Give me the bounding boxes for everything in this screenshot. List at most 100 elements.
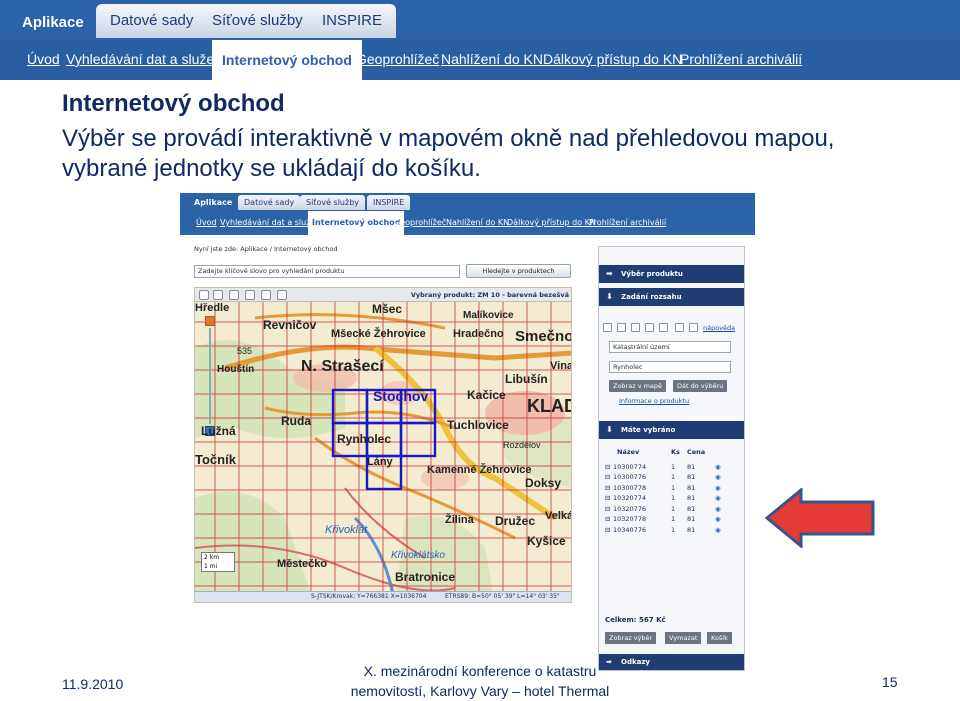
- pan-tool-icon[interactable]: [199, 290, 209, 300]
- shot-nav-dalkovy-pristup[interactable]: Dálkový přístup do KN: [507, 218, 596, 227]
- map-label: Tuchlovice: [447, 418, 509, 432]
- product-search-button[interactable]: Hledejte v produktech: [466, 264, 571, 278]
- nav-dalkovy-pristup[interactable]: Dálkový přístup do KN: [543, 51, 682, 67]
- info-icon[interactable]: ◉: [715, 483, 721, 494]
- sub-navigation: Úvod Vyhledávání dat a služeb Internetov…: [0, 40, 960, 80]
- map-label: Malíkovice: [463, 310, 514, 321]
- shot-nav-uvod[interactable]: Úvod: [196, 218, 217, 227]
- shot-nav-geoprohlizec[interactable]: Geoprohlížeč: [394, 218, 446, 227]
- map-label: Ruda: [281, 414, 311, 428]
- table-row: ⊟ 10320774 1 81 ◉: [605, 493, 721, 504]
- tab-datove-sady[interactable]: Datové sady: [96, 4, 208, 38]
- tab-sitove-sluzby[interactable]: Síťové služby: [198, 4, 317, 38]
- shot-nav-nahlizeni-kn[interactable]: Nahlížení do KN: [446, 218, 509, 227]
- zoom-box-icon[interactable]: [261, 290, 271, 300]
- footer-conference: X. mezinárodní konference o katastru nem…: [330, 661, 630, 701]
- product-info-link[interactable]: Informace o produktu: [619, 397, 689, 405]
- shot-header: Aplikace Datové sady Síťové služby INSPI…: [180, 193, 755, 235]
- info-icon[interactable]: ◉: [715, 462, 721, 473]
- nav-vyhledavani[interactable]: Vyhledávání dat a služeb: [66, 51, 222, 67]
- panel-header-product[interactable]: ➡ Výběr produktu: [599, 265, 744, 283]
- map-label: Křivoklát: [325, 524, 368, 536]
- map-label: Lány: [367, 456, 393, 468]
- shot-tab-aplikace[interactable]: Aplikace: [188, 195, 238, 210]
- map-label: Mšec: [372, 302, 403, 316]
- nav-uvod[interactable]: Úvod: [27, 51, 60, 67]
- expand-icon[interactable]: ⊟: [605, 472, 610, 483]
- back-tool-icon[interactable]: [213, 290, 223, 300]
- coords-sjtsk: S-JTSK/Krovak: Y=766381 X=1036704: [311, 593, 427, 600]
- tab-aplikace[interactable]: Aplikace: [8, 6, 88, 38]
- shot-nav-prohlizeni[interactable]: Prohlížení archiválií: [589, 218, 666, 227]
- map-label: Houštín: [217, 364, 255, 375]
- shot-tab-inspire[interactable]: INSPIRE: [367, 195, 411, 210]
- help-link[interactable]: nápověda: [703, 324, 735, 332]
- breadcrumb: Nyní jste zde: Aplikace / Internetový ob…: [194, 245, 338, 253]
- page-number: 15: [882, 674, 898, 690]
- info-icon[interactable]: ◉: [715, 493, 721, 504]
- nav-nahlizeni-kn[interactable]: Nahlížení do KN: [441, 51, 543, 67]
- map-label: Městečko: [277, 558, 328, 570]
- map-label: Bratronice: [395, 570, 456, 584]
- expand-icon[interactable]: ⊟: [605, 462, 610, 473]
- view-selection-button[interactable]: Zobraz výběr: [605, 632, 657, 644]
- scale-bar: 2 km 1 mi: [201, 552, 235, 572]
- polygon-icon[interactable]: [645, 323, 654, 332]
- shot-tab-sitove-sluzby[interactable]: Síťové služby: [300, 195, 366, 210]
- buffer-icon[interactable]: [659, 323, 668, 332]
- info-icon[interactable]: ◉: [715, 504, 721, 515]
- app-banner: Aplikace Datové sady Síťové služby INSPI…: [0, 0, 960, 80]
- map-label: Smečno: [515, 328, 572, 345]
- panel-header-range[interactable]: ⬇ Zadání rozsahu: [599, 288, 744, 306]
- nav-internetovy-obchod[interactable]: Internetový obchod: [212, 40, 362, 80]
- map-label: KLADNO: [527, 396, 571, 416]
- shot-tab-datove-sady[interactable]: Datové sady: [238, 195, 301, 210]
- info-icon[interactable]: ◉: [715, 525, 721, 536]
- expand-icon[interactable]: ⊟: [605, 483, 610, 494]
- info-icon[interactable]: ◉: [715, 514, 721, 525]
- col-ks: Ks: [671, 448, 680, 456]
- delete-icon[interactable]: [689, 323, 698, 332]
- tab-inspire[interactable]: INSPIRE: [308, 4, 397, 38]
- point-icon[interactable]: [617, 323, 626, 332]
- arrow-right-icon: ➡: [606, 269, 613, 278]
- expand-icon[interactable]: ⊟: [605, 504, 610, 515]
- footer-conference-line1: X. mezinárodní konference o katastru: [363, 663, 597, 679]
- cadastral-input[interactable]: Rynholec: [609, 361, 731, 373]
- shot-nav-internetovy-obchod[interactable]: Internetový obchod: [308, 211, 405, 235]
- map-window[interactable]: Vybraný produkt: ZM 10 - barevná bezešvá…: [194, 287, 572, 603]
- pointer-icon[interactable]: [603, 323, 612, 332]
- map-label: Revničov: [263, 318, 317, 332]
- zoom-slider[interactable]: [205, 316, 215, 436]
- panel-header-selected[interactable]: ⬇ Máte vybráno: [599, 421, 744, 439]
- add-to-selection-button[interactable]: Dát do výběru: [673, 380, 728, 392]
- table-row: ⊟ 10300778 1 81 ◉: [605, 483, 721, 494]
- clear-button[interactable]: Vymazat: [665, 632, 702, 644]
- map-label: Libušín: [505, 372, 548, 386]
- map-label: Stochov: [373, 388, 429, 404]
- expand-icon[interactable]: ⊟: [605, 525, 610, 536]
- arrow-down-icon: ⬇: [606, 425, 613, 434]
- info-icon[interactable]: ◉: [715, 472, 721, 483]
- cadastral-select[interactable]: Katastrální území: [609, 341, 731, 353]
- expand-icon[interactable]: ⊟: [605, 514, 610, 525]
- product-search-input[interactable]: Zadejte klíčové slovo pro vyhledání prod…: [194, 265, 460, 278]
- nav-prohlizeni-archivalii[interactable]: Prohlížení archiválií: [680, 51, 802, 67]
- line-icon[interactable]: [631, 323, 640, 332]
- footer-conference-line2: nemovitostí, Karlovy Vary – hotel Therma…: [350, 683, 610, 699]
- expand-icon[interactable]: ⊟: [605, 493, 610, 504]
- shot-nav-vyhledavani[interactable]: Vyhledávání dat a služeb: [220, 218, 320, 227]
- zoom-in-icon[interactable]: [229, 290, 239, 300]
- show-in-map-button[interactable]: Zobraz v mapě: [609, 380, 667, 392]
- print-icon[interactable]: [675, 323, 684, 332]
- order-panel-bottom: Celkem: 567 Kč Zobraz výběr Vymazat Koší…: [598, 546, 745, 671]
- cart-button[interactable]: Košík: [707, 632, 732, 644]
- zoom-plus-icon[interactable]: [205, 316, 215, 326]
- map-label: Křivoklátsko: [391, 550, 445, 561]
- full-extent-icon[interactable]: [277, 290, 287, 300]
- col-nazev[interactable]: Název: [617, 447, 639, 458]
- table-row: ⊟ 10320776 1 81 ◉: [605, 504, 721, 515]
- nav-geoprohlizec[interactable]: Geoprohlížeč: [356, 51, 439, 67]
- zoom-out-icon[interactable]: [245, 290, 255, 300]
- map-label: Velká: [545, 510, 572, 522]
